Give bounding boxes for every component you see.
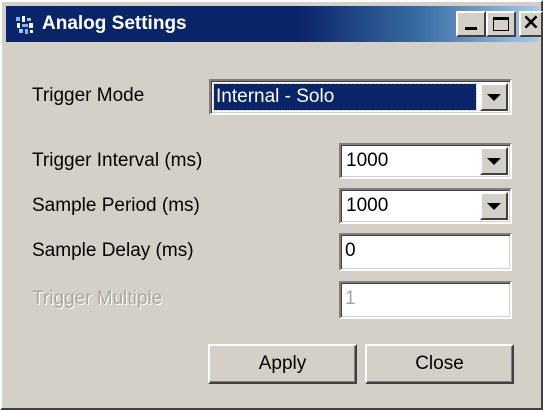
trigger-multiple-label: Trigger Multiple — [32, 288, 163, 309]
trigger-mode-label: Trigger Mode — [32, 85, 145, 106]
sample-delay-input[interactable]: 0 — [339, 233, 512, 271]
trigger-mode-dropdown-button[interactable] — [480, 83, 508, 111]
sample-period-value: 1000 — [346, 195, 389, 216]
minimize-button[interactable] — [456, 11, 486, 37]
window-title: Analog Settings — [42, 13, 187, 34]
close-icon: × — [521, 10, 541, 35]
trigger-multiple-input: 1 — [339, 281, 512, 319]
trigger-interval-dropdown-button[interactable] — [480, 147, 508, 175]
trigger-interval-dropdown[interactable]: 1000 — [339, 143, 512, 179]
maximize-button[interactable] — [486, 11, 516, 37]
sample-period-dropdown-button[interactable] — [480, 192, 508, 220]
trigger-interval-label: Trigger Interval (ms) — [32, 150, 203, 171]
maximize-icon — [493, 17, 509, 31]
chevron-down-icon — [487, 202, 501, 210]
trigger-interval-value: 1000 — [346, 150, 389, 171]
sample-period-dropdown[interactable]: 1000 — [339, 188, 512, 224]
close-window-button[interactable]: × — [519, 11, 543, 37]
trigger-mode-dropdown[interactable]: Internal - Solo — [209, 79, 512, 115]
trigger-mode-value: Internal - Solo — [213, 83, 477, 111]
minimize-icon — [465, 27, 477, 30]
close-button[interactable]: Close — [365, 344, 514, 384]
title-bar[interactable]: Analog Settings × — [6, 6, 543, 42]
chevron-down-icon — [487, 93, 501, 101]
sample-delay-label: Sample Delay (ms) — [32, 240, 194, 261]
sample-period-label: Sample Period (ms) — [32, 195, 200, 216]
app-icon — [16, 16, 33, 34]
chevron-down-icon — [487, 157, 501, 165]
analog-settings-window: Analog Settings × Trigger Mode Internal … — [0, 0, 543, 410]
apply-button[interactable]: Apply — [208, 344, 357, 384]
